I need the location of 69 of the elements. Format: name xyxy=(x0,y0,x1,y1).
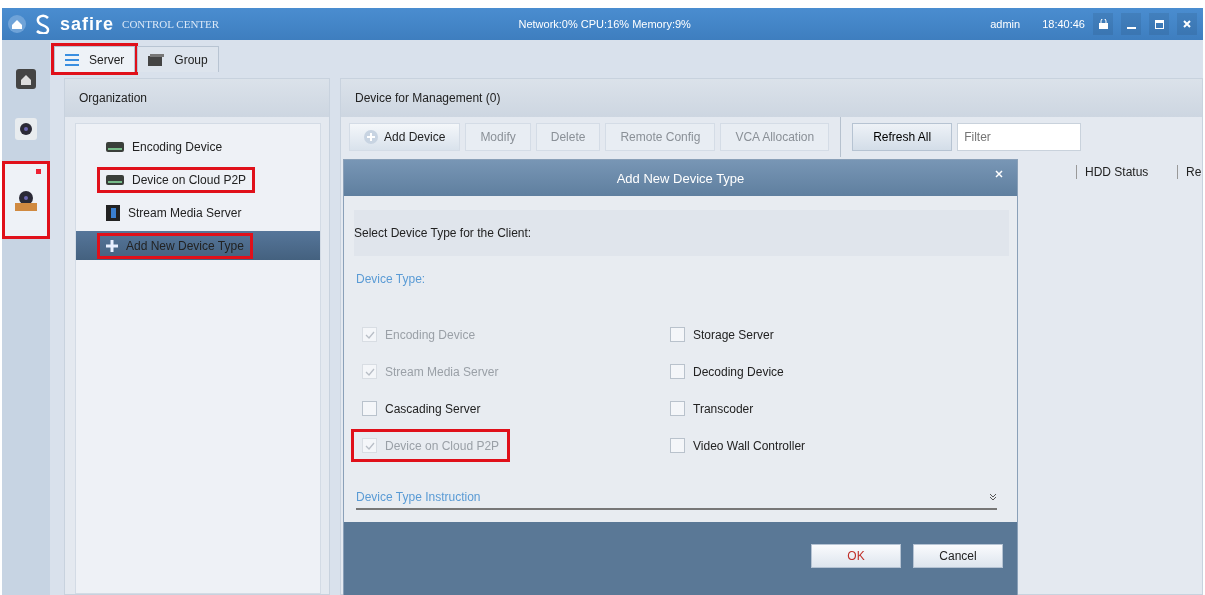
checkbox-option[interactable]: Cascading Server xyxy=(354,395,489,422)
lock-icon xyxy=(1098,19,1108,29)
tree-item-label: Stream Media Server xyxy=(128,205,242,220)
checkbox-label: Device on Cloud P2P xyxy=(385,438,500,453)
tree-item[interactable]: Encoding Device xyxy=(76,132,320,161)
column-header: HDD Status xyxy=(1076,165,1165,179)
checkmark-icon xyxy=(364,367,375,376)
device-icon xyxy=(106,174,124,185)
checkbox-label: Video Wall Controller xyxy=(693,438,806,453)
close-icon xyxy=(995,170,1003,178)
home-icon[interactable] xyxy=(8,15,26,33)
maximize-icon xyxy=(1154,19,1164,29)
lock-button[interactable] xyxy=(1093,13,1113,35)
folder-icon xyxy=(148,53,165,66)
camera-tray-icon[interactable] xyxy=(14,189,38,211)
tree-item[interactable]: Device on Cloud P2P xyxy=(76,165,320,194)
checkbox[interactable] xyxy=(670,327,685,342)
tree-item-label: Encoding Device xyxy=(132,139,223,154)
tab[interactable]: Group xyxy=(137,46,219,72)
checkbox[interactable] xyxy=(362,401,377,416)
close-button[interactable] xyxy=(1177,13,1197,35)
checkbox-label: Transcoder xyxy=(693,401,754,416)
column-header: Re xyxy=(1177,165,1202,179)
panel-header: Device for Management (0) xyxy=(341,79,1202,117)
checkbox[interactable] xyxy=(670,438,685,453)
toolbar-button[interactable]: Add Device xyxy=(349,123,461,151)
tree-item-label: Device on Cloud P2P xyxy=(132,172,247,187)
server-rack-icon xyxy=(106,204,120,221)
checkbox-label: Stream Media Server xyxy=(385,364,499,379)
checkbox[interactable] xyxy=(670,364,685,379)
tree-item[interactable]: Stream Media Server xyxy=(76,198,320,227)
system-status: Network:0% CPU:16% Memory:9% xyxy=(517,18,692,30)
close-icon xyxy=(1183,20,1191,28)
checkbox[interactable] xyxy=(670,401,685,416)
logo-text: safire xyxy=(60,13,115,35)
minimize-icon xyxy=(1126,26,1136,29)
plus-icon xyxy=(106,239,118,252)
list-icon xyxy=(65,53,79,66)
logo-icon xyxy=(34,14,52,34)
checkmark-icon xyxy=(364,330,375,339)
user-name: admin xyxy=(990,18,1021,30)
checkbox-option[interactable]: Video Wall Controller xyxy=(662,432,814,459)
checkbox-option[interactable]: Decoding Device xyxy=(662,358,792,385)
filter-field[interactable]: Filter xyxy=(957,123,1082,151)
rail-item[interactable] xyxy=(5,164,47,236)
instruction-heading: Device Type Instruction xyxy=(356,490,481,504)
plus-icon xyxy=(364,130,378,144)
checkbox-option[interactable]: Transcoder xyxy=(662,395,762,422)
ok-button[interactable]: OK xyxy=(811,544,901,568)
expand-icon[interactable] xyxy=(989,493,997,501)
checkbox-label: Encoding Device xyxy=(385,327,476,342)
tab[interactable]: Server xyxy=(54,46,136,72)
panel-header: Organization xyxy=(65,79,329,117)
maximize-button[interactable] xyxy=(1149,13,1169,35)
section-label: Device Type: xyxy=(356,272,427,286)
dialog-title: Add New Device Type xyxy=(616,170,745,186)
clock: 18:40:46 xyxy=(1042,18,1085,30)
checkmark-icon xyxy=(364,441,375,450)
app-subtitle: CONTROL CENTER xyxy=(122,18,220,30)
cancel-button[interactable]: Cancel xyxy=(913,544,1003,568)
device-icon xyxy=(106,141,124,152)
tree-item-label: Add New Device Type xyxy=(126,238,244,253)
checkbox-label: Cascading Server xyxy=(385,401,481,416)
minimize-button[interactable] xyxy=(1121,13,1141,35)
checkbox-option[interactable]: Storage Server xyxy=(662,321,782,348)
prompt-text: Select Device Type for the Client: xyxy=(354,210,1009,256)
refresh-button[interactable]: Refresh All xyxy=(852,123,953,151)
checkbox-label: Storage Server xyxy=(693,327,774,342)
checkbox-label: Decoding Device xyxy=(693,364,784,379)
